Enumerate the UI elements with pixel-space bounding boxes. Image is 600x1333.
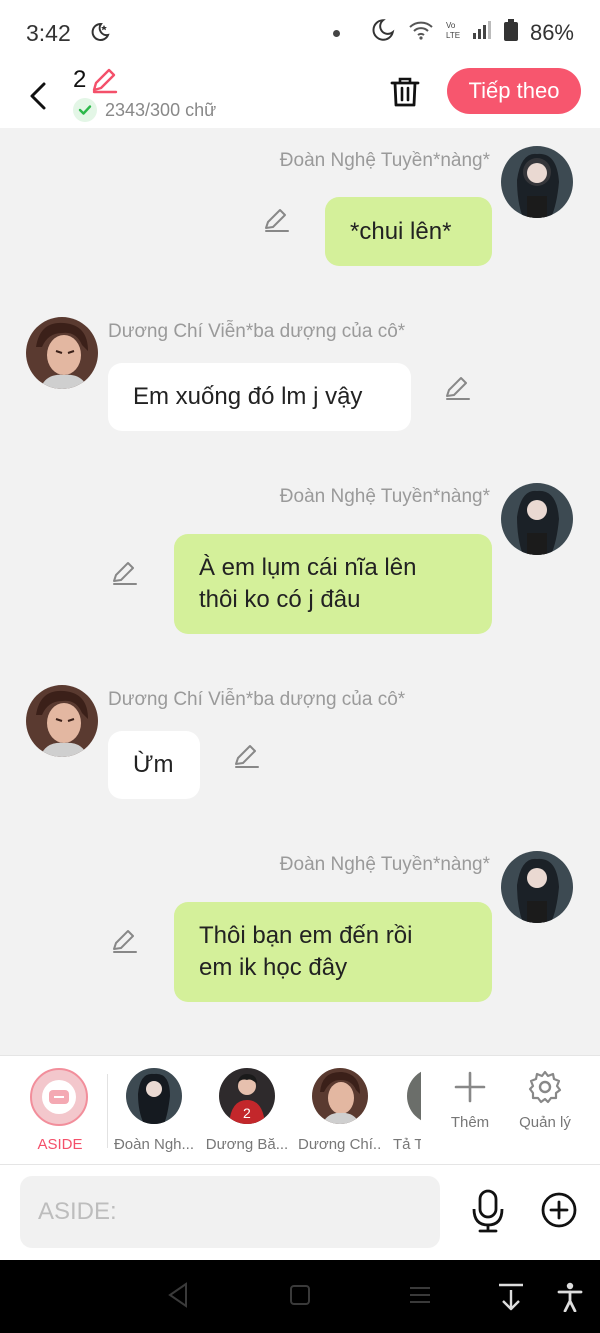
sender-name: Dương Chí Viễn*ba dượng của cô* [108,321,406,342]
sender-name: Đoàn Nghệ Tuyền*nàng* [279,150,490,171]
status-bar: 3:42 Vo LTE 86% [0,0,600,66]
sender-name: Đoàn Nghệ Tuyền*nàng* [279,486,490,507]
manage-label: Quản lý [519,1114,571,1131]
check-icon [73,98,97,122]
character-item[interactable]: Dương Chí... [298,1068,382,1153]
character-avatar: 2 [219,1068,275,1124]
chat-area[interactable]: Đoàn Nghệ Tuyền*nàng* *chui lên* Dương C… [0,128,600,1055]
accessibility-icon [557,1282,583,1313]
aside-selector[interactable]: ASIDE [30,1068,90,1153]
svg-text:2: 2 [243,1105,251,1121]
notification-dot [332,29,340,37]
message-bubble[interactable]: À em lụm cái nĩa lên thôi ko có j đâu [174,534,492,634]
top-bar: 2 2343/300 chữ Tiếp theo [0,66,600,128]
back-nav-button[interactable] [166,1282,190,1313]
add-button[interactable] [540,1191,578,1234]
trash-icon [390,77,420,107]
plus-icon [454,1071,486,1103]
character-item[interactable]: 2 Dương Bă... [205,1068,289,1153]
message-bubble[interactable]: *chui lên* [325,197,492,266]
avatar[interactable] [26,317,98,389]
message-bubble[interactable]: Thôi bạn em đến rồi em ik học đây [174,902,492,1002]
character-name: Dương Bă... [205,1136,289,1153]
character-item[interactable]: Tả T [391,1068,421,1153]
delete-button[interactable] [388,72,422,112]
back-arrow-icon [30,82,46,110]
volte-icon: Vo LTE [446,19,460,47]
edit-icon[interactable] [110,927,138,955]
edit-icon[interactable] [443,374,471,402]
message-text: À em lụm cái nĩa lên [199,554,417,581]
home-nav-button[interactable] [288,1282,312,1313]
battery-percent: 86% [529,20,574,45]
message-text: em ik học đây [199,954,348,981]
avatar[interactable] [501,483,573,555]
avatar[interactable] [26,685,98,757]
edit-icon[interactable] [110,559,138,587]
aside-avatar [30,1068,88,1126]
moon-timer-icon [87,21,111,45]
microphone-icon [472,1189,504,1233]
character-name: Dương Chí... [298,1136,382,1153]
message-input[interactable] [20,1176,440,1248]
accessibility-button[interactable] [557,1282,583,1317]
add-character-button[interactable]: Thêm [440,1070,500,1131]
sender-name: Đoàn Nghệ Tuyền*nàng* [279,854,490,875]
avatar[interactable] [501,851,573,923]
svg-text:LTE: LTE [446,31,460,40]
menu-lines-icon [410,1287,430,1303]
message-text: Ừm [133,751,174,778]
manage-button[interactable]: Quản lý [515,1070,575,1131]
aside-label: ASIDE [37,1136,83,1153]
character-avatar [312,1068,368,1124]
word-count-text: 2343/300 chữ [105,99,217,120]
message-text: Thôi bạn em đến rồi [199,922,413,949]
plus-circle-icon [541,1192,577,1228]
character-avatar [407,1068,421,1124]
composer-bar [0,1165,600,1260]
add-label: Thêm [450,1114,490,1131]
do-not-disturb-icon [370,17,396,49]
word-count: 2343/300 chữ [73,98,216,122]
sender-name: Dương Chí Viễn*ba dượng của cô* [108,689,406,710]
download-arrow-icon [499,1283,523,1311]
system-nav-bar [0,1260,600,1333]
character-avatar [126,1068,182,1124]
gear-icon [528,1070,562,1104]
status-time: 3:42 [26,19,71,46]
chat-bubble-icon [42,1080,76,1114]
pencil-icon [93,68,118,94]
character-name: Đoàn Ngh... [113,1136,195,1153]
character-name: Tả T [393,1136,421,1153]
character-tray: ASIDE Đoàn Ngh... 2 Dương Bă... Dương Ch… [0,1055,600,1165]
avatar[interactable] [501,146,573,218]
microphone-button[interactable] [470,1189,506,1238]
message-bubble[interactable]: Ừm [108,731,200,799]
edit-icon[interactable] [232,742,260,770]
battery-icon [503,19,518,47]
message-text: *chui lên* [350,217,452,245]
signal-icon [472,20,492,46]
message-text: thôi ko có j đâu [199,586,361,613]
message-text: Em xuống đó lm j vậy [133,383,363,410]
svg-text:Vo: Vo [446,21,456,30]
message-bubble[interactable]: Em xuống đó lm j vậy [108,363,411,431]
triangle-back-icon [168,1282,187,1308]
edit-icon[interactable] [262,206,290,234]
back-button[interactable] [20,74,56,118]
collapse-nav-button[interactable] [497,1282,525,1317]
square-home-icon [290,1285,310,1305]
recents-nav-button[interactable] [408,1282,432,1313]
character-item[interactable]: Đoàn Ngh... [112,1068,196,1153]
wifi-icon [408,19,434,47]
counter-value: 2 [73,66,87,93]
next-button[interactable]: Tiếp theo [447,68,581,114]
divider [107,1074,108,1148]
edit-counter[interactable]: 2 [73,66,118,94]
